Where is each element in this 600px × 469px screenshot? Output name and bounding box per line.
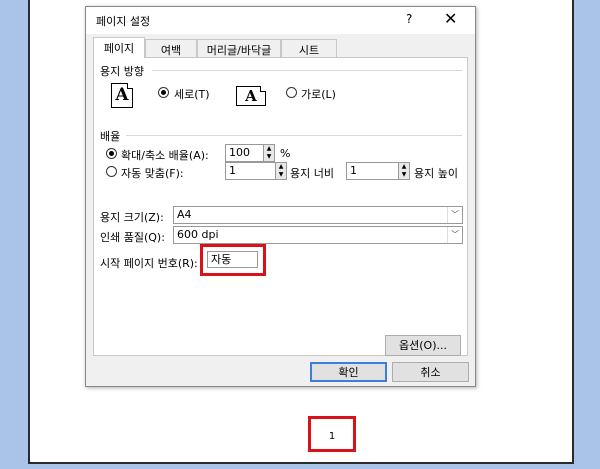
dialog-titlebar: 페이지 설정 ? ✕ [86,7,475,34]
scale-percent-value: 100 [229,146,250,159]
close-icon[interactable]: ✕ [444,9,457,28]
chevron-down-icon[interactable]: ﹀ [447,227,462,243]
fit-tall-label: 용지 높이 [414,167,458,180]
portrait-label[interactable]: 세로(T) [174,86,210,102]
options-button[interactable]: 옵션(O)... [385,335,461,356]
fit-to-radio[interactable] [106,166,117,177]
fit-pages-tall-input[interactable]: 1 ▲ ▼ [346,162,410,180]
fit-pages-wide-input[interactable]: 1 ▲ ▼ [225,162,287,180]
orientation-divider [152,70,462,71]
scale-percent-input[interactable]: 100 ▲ ▼ [225,144,275,162]
chevron-down-icon[interactable]: ﹀ [447,207,462,223]
landscape-page-icon: A [236,86,266,106]
fit-pages-tall-value: 1 [350,164,357,177]
scaling-heading: 배율 [100,130,121,143]
paper-size-value: A4 [177,208,192,221]
paper-size-label: 용지 크기(Z): [100,211,164,224]
print-quality-value: 600 dpi [177,228,219,241]
orientation-heading: 용지 방향 [100,65,144,78]
scaling-divider [126,135,462,136]
page-number: 1 [328,431,336,442]
help-icon[interactable]: ? [406,12,412,26]
tab-sheet[interactable]: 시트 [281,39,337,57]
adjust-to-radio[interactable] [106,148,117,159]
print-quality-label: 인쇄 품질(Q): [100,231,165,244]
adjust-to-label[interactable]: 확대/축소 배율(A): [121,147,209,163]
portrait-page-icon: A [111,83,133,108]
dialog-title: 페이지 설정 [96,15,151,28]
print-quality-dropdown[interactable]: 600 dpi ﹀ [173,226,463,244]
first-page-number-value: 자동 [211,253,232,266]
fit-tall-spinner-icon[interactable]: ▲ ▼ [398,163,409,179]
tab-margins[interactable]: 여백 [145,39,197,57]
scale-spinner-icon[interactable]: ▲ ▼ [263,145,274,161]
landscape-label[interactable]: 가로(L) [301,86,336,102]
cancel-button[interactable]: 취소 [392,362,469,382]
fit-wide-label: 용지 너비 [290,167,334,180]
page-tab-panel: 용지 방향 A 세로(T) A 가로(L) 배율 확대/축소 배율(A): 10… [93,57,468,356]
portrait-radio[interactable] [158,87,169,98]
first-page-number-label: 시작 페이지 번호(R): [100,257,198,270]
page-setup-dialog: 페이지 설정 ? ✕ 페이지 여백 머리글/바닥글 시트 용지 방향 A 세로(… [85,6,476,387]
landscape-radio[interactable] [286,87,297,98]
tab-page[interactable]: 페이지 [93,37,145,58]
fit-pages-wide-value: 1 [229,164,236,177]
page-number-highlight: 1 [308,416,356,452]
fit-to-label[interactable]: 자동 맞춤(F): [121,165,184,181]
fit-wide-spinner-icon[interactable]: ▲ ▼ [275,163,286,179]
paper-size-dropdown[interactable]: A4 ﹀ [173,206,463,224]
percent-sign: % [280,147,291,160]
tab-header-footer[interactable]: 머리글/바닥글 [197,39,281,57]
first-page-number-input[interactable]: 자동 [207,251,258,268]
ok-button[interactable]: 확인 [310,362,387,382]
